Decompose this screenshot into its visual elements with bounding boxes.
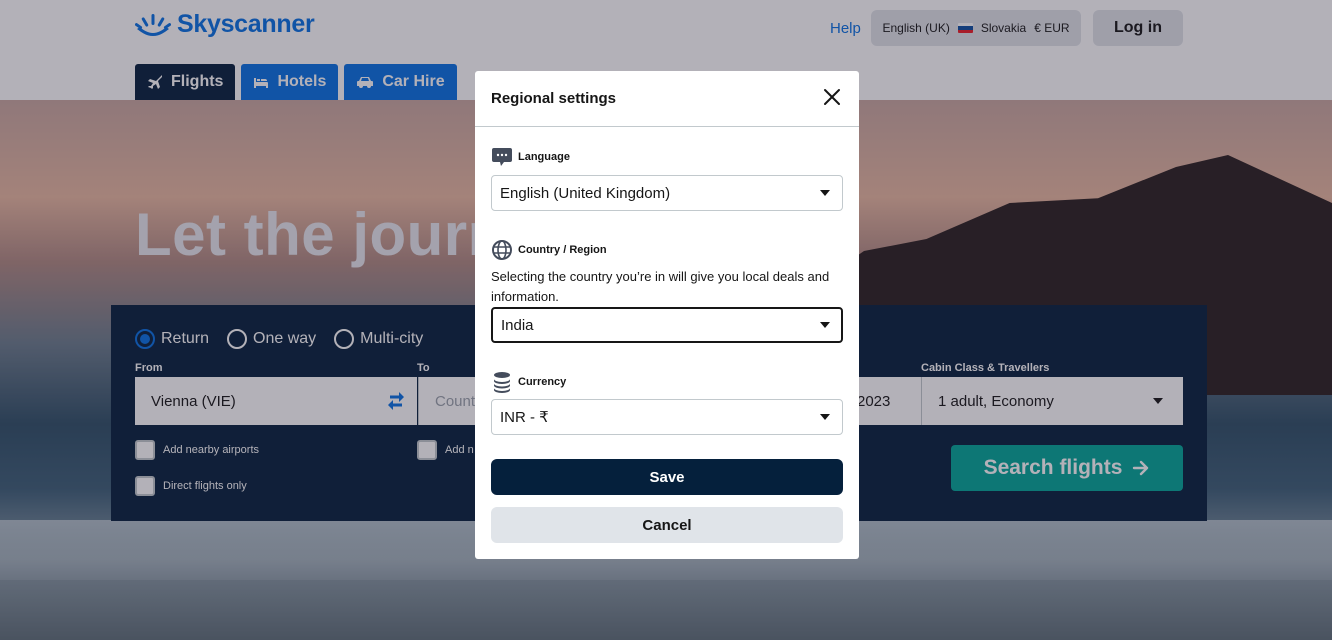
coin-stack-icon [494, 372, 510, 393]
country-select[interactable]: India [491, 307, 843, 343]
cancel-button[interactable]: Cancel [491, 507, 843, 543]
globe-icon [492, 240, 512, 260]
currency-section-label: Currency [491, 371, 566, 393]
language-label: Language [518, 151, 570, 163]
save-button[interactable]: Save [491, 459, 843, 495]
chevron-down-icon [820, 190, 830, 196]
language-section-label: Language [491, 147, 570, 167]
currency-label: Currency [518, 376, 567, 388]
modal-title: Regional settings [491, 90, 617, 107]
modal-header: Regional settings [475, 71, 859, 127]
country-label: Country / Region [518, 244, 607, 256]
language-select[interactable]: English (United Kingdom) [491, 175, 843, 211]
chevron-down-icon [820, 414, 830, 420]
close-icon[interactable] [823, 88, 841, 106]
currency-select[interactable]: INR - ₹ [491, 399, 843, 435]
country-description: Selecting the country you’re in will giv… [491, 269, 830, 304]
country-value: India [501, 316, 534, 334]
chevron-down-icon [820, 322, 830, 328]
regional-settings-modal: Regional settings Language English (Unit… [475, 71, 859, 559]
language-value: English (United Kingdom) [500, 184, 671, 202]
currency-value: INR - ₹ [500, 409, 549, 426]
country-section-label: Country / Region [491, 239, 607, 261]
speech-bubble-icon [492, 148, 512, 166]
